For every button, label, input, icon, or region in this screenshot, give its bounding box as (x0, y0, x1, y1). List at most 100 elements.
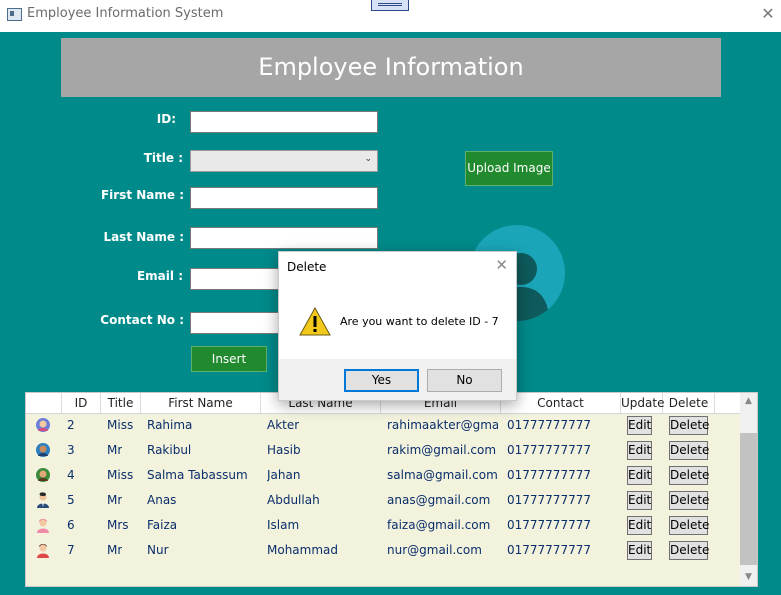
avatar-icon (37, 492, 49, 508)
cell-first-name: Rahima (147, 418, 193, 432)
first-name-field[interactable] (190, 187, 378, 209)
avatar-icon (36, 443, 50, 457)
avatar-icon (37, 519, 49, 533)
cell-first-name: Nur (147, 543, 169, 557)
last-name-field[interactable] (190, 227, 378, 249)
cell-contact: 01777777777 (507, 468, 591, 482)
edit-button[interactable]: Edit (627, 491, 652, 510)
cell-title: Mr (107, 543, 123, 557)
upload-image-button[interactable]: Upload Image (465, 151, 553, 186)
cell-email: anas@gmail.com (387, 493, 491, 507)
header-delete: Delete (663, 393, 715, 413)
last-name-label: Last Name : (103, 230, 184, 244)
edit-button[interactable]: Edit (627, 541, 652, 560)
email-label: Email : (136, 269, 183, 283)
table-row: 6 Mrs Faiza Islam faiza@gmail.com 017777… (26, 513, 741, 538)
table-row: 5 Mr Anas Abdullah anas@gmail.com 017777… (26, 488, 741, 513)
cell-id: 5 (67, 493, 75, 507)
title-select[interactable]: ⌄ (190, 150, 378, 172)
cell-title: Mr (107, 443, 123, 457)
edit-button[interactable]: Edit (627, 466, 652, 485)
delete-button[interactable]: Delete (669, 541, 709, 560)
cell-contact: 01777777777 (507, 543, 591, 557)
cell-last-name: Hasib (267, 443, 301, 457)
cell-contact: 01777777777 (507, 418, 591, 432)
cell-email: rahimaakter@gmail.c (387, 418, 498, 432)
cell-first-name: Salma Tabassum (147, 468, 248, 482)
warning-icon (299, 307, 331, 336)
cell-contact: 01777777777 (507, 518, 591, 532)
delete-button[interactable]: Delete (669, 491, 709, 510)
cell-id: 2 (67, 418, 75, 432)
scroll-down-icon[interactable]: ▼ (740, 569, 757, 586)
cell-title: Miss (107, 468, 134, 482)
table-row: 4 Miss Salma Tabassum Jahan salma@gmail.… (26, 463, 741, 488)
cell-id: 3 (67, 443, 75, 457)
cell-last-name: Akter (267, 418, 300, 432)
delete-button[interactable]: Delete (669, 516, 709, 535)
dialog-footer: Yes No (279, 359, 516, 400)
delete-button[interactable]: Delete (669, 466, 709, 485)
window-title: Employee Information System (27, 6, 224, 21)
close-icon: ✕ (495, 256, 508, 274)
page-title: Employee Information (61, 38, 721, 97)
chevron-down-icon: ⌄ (364, 154, 372, 164)
avatar-icon (36, 468, 50, 482)
cell-title: Miss (107, 418, 134, 432)
drag-handle-icon[interactable] (371, 0, 409, 11)
header-update: Update (621, 393, 664, 413)
id-field[interactable] (190, 111, 378, 133)
cell-id: 7 (67, 543, 75, 557)
title-label: Title : (143, 151, 183, 165)
cell-email: salma@gmail.com (387, 468, 498, 482)
header-id: ID (62, 393, 101, 413)
cell-title: Mrs (107, 518, 129, 532)
delete-dialog: Delete ✕ Are you want to delete ID - 7 Y… (278, 251, 517, 401)
close-icon: ✕ (761, 4, 775, 23)
employee-table: ID Title First Name Last Name Email Cont… (25, 392, 758, 587)
table-row: 7 Mr Nur Mohammad nur@gmail.com 01777777… (26, 538, 741, 563)
id-label: ID: (156, 112, 176, 126)
no-button[interactable]: No (427, 369, 502, 392)
dialog-close-button[interactable]: ✕ (495, 256, 508, 274)
avatar-icon (37, 544, 49, 558)
delete-button[interactable]: Delete (669, 416, 709, 435)
yes-button[interactable]: Yes (344, 369, 419, 392)
scroll-up-icon[interactable]: ▲ (740, 393, 757, 410)
scroll-thumb[interactable] (740, 433, 757, 565)
cell-last-name: Abdullah (267, 493, 320, 507)
table-row: 2 Miss Rahima Akter rahimaakter@gmail.c … (26, 413, 741, 438)
header-avatar (26, 393, 62, 413)
cell-first-name: Anas (147, 493, 177, 507)
vertical-scrollbar[interactable]: ▲ ▼ (740, 393, 757, 586)
cell-id: 4 (67, 468, 75, 482)
table-row: 3 Mr Rakibul Hasib rakim@gmail.com 01777… (26, 438, 741, 463)
edit-button[interactable]: Edit (627, 516, 652, 535)
cell-email: faiza@gmail.com (387, 518, 491, 532)
first-name-label: First Name : (100, 188, 184, 202)
cell-first-name: Rakibul (147, 443, 192, 457)
cell-contact: 01777777777 (507, 443, 591, 457)
cell-last-name: Islam (267, 518, 300, 532)
cell-last-name: Jahan (267, 468, 301, 482)
cell-title: Mr (107, 493, 123, 507)
edit-button[interactable]: Edit (627, 416, 652, 435)
window-close-button[interactable]: ✕ (755, 2, 781, 26)
dialog-message: Are you want to delete ID - 7 (340, 315, 499, 328)
cell-email: rakim@gmail.com (387, 443, 497, 457)
app-icon (7, 8, 22, 21)
cell-first-name: Faiza (147, 518, 178, 532)
header-title: Title (101, 393, 141, 413)
header-first-name: First Name (141, 393, 261, 413)
avatar-icon (36, 418, 50, 432)
dialog-title: Delete (287, 260, 327, 274)
cell-email: nur@gmail.com (387, 543, 482, 557)
delete-button[interactable]: Delete (669, 441, 709, 460)
contact-label: Contact No : (100, 313, 184, 327)
header-contact: Contact (501, 393, 621, 413)
edit-button[interactable]: Edit (627, 441, 652, 460)
title-bar: Employee Information System ✕ (0, 0, 781, 32)
cell-id: 6 (67, 518, 75, 532)
cell-contact: 01777777777 (507, 493, 591, 507)
insert-button[interactable]: Insert (191, 346, 267, 372)
